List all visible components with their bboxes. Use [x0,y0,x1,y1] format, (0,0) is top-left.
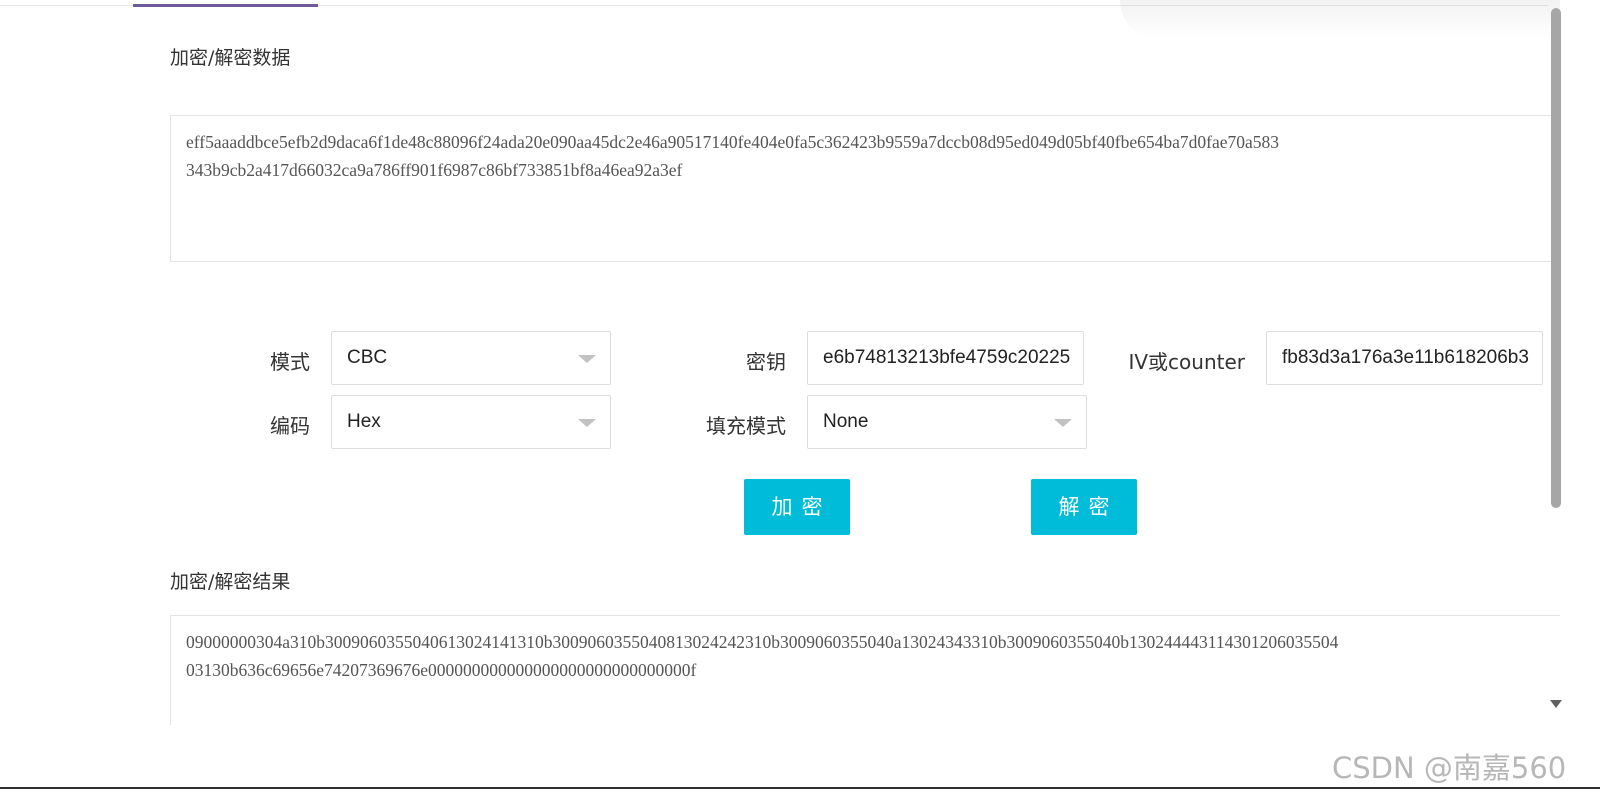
chevron-down-icon [578,419,596,427]
iv-input[interactable]: fb83d3a176a3e11b618206b3 [1266,331,1543,385]
mode-select-value: CBC [347,347,388,368]
padding-select-value: None [823,411,869,432]
iv-label: IV或counter [1128,350,1245,374]
popup-shadow [1120,0,1560,40]
encrypt-button[interactable]: 加密 [744,479,850,535]
padding-label: 填充模式 [706,414,786,438]
key-input[interactable]: e6b74813213bfe4759c20225 [807,331,1084,385]
iv-input-value: fb83d3a176a3e11b618206b3 [1282,347,1529,368]
chevron-down-icon [578,355,596,363]
input-line-2: 343b9cb2a417d66032ca9a786ff901f6987c86bf… [186,160,683,180]
encoding-select[interactable]: Hex [331,395,611,449]
input-data-textarea[interactable]: eff5aaaddbce5efb2d9daca6f1de48c88096f24a… [170,115,1560,262]
output-line-1: 09000000304a310b300906035504061302414131… [186,632,1339,652]
output-result-textarea[interactable]: 09000000304a310b300906035504061302414131… [170,615,1560,725]
padding-select[interactable]: None [807,395,1087,449]
input-section-title: 加密/解密数据 [170,47,291,69]
bottom-border [0,787,1600,789]
output-section-title: 加密/解密结果 [170,571,291,593]
mode-select[interactable]: CBC [331,331,611,385]
encoding-label: 编码 [270,414,310,438]
encoding-select-value: Hex [347,411,381,432]
active-tab-indicator [133,4,318,7]
watermark: CSDN @南嘉560 [1332,751,1567,785]
chevron-down-icon [1054,419,1072,427]
scrollbar-thumb[interactable] [1551,8,1561,508]
key-label: 密钥 [746,350,786,374]
scroll-down-arrow-icon[interactable] [1550,700,1562,708]
decrypt-button[interactable]: 解密 [1031,479,1137,535]
output-line-2: 03130b636c69656e74207369676e000000000000… [186,660,697,680]
key-input-value: e6b74813213bfe4759c20225 [823,347,1071,368]
input-line-1: eff5aaaddbce5efb2d9daca6f1de48c88096f24a… [186,132,1280,152]
mode-label: 模式 [270,350,310,374]
